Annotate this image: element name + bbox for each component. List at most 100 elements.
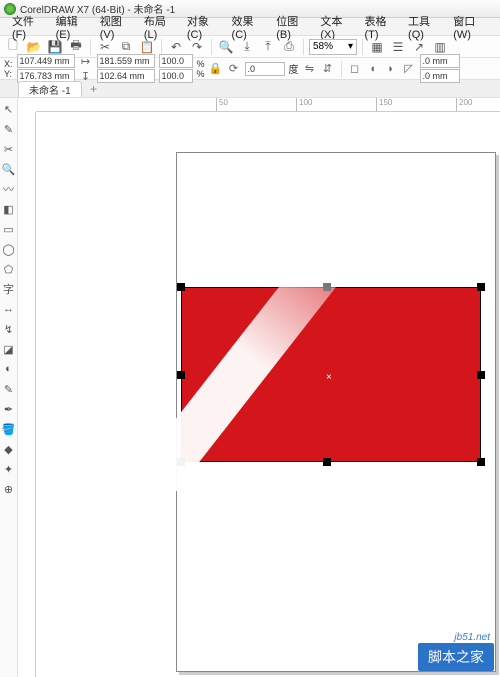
smart-draw-icon[interactable]: ✦ <box>2 462 16 476</box>
snap-icon[interactable]: ▦ <box>368 38 386 56</box>
smart-fill-icon[interactable]: ◧ <box>2 202 16 216</box>
separator <box>161 39 162 55</box>
scale-x-input[interactable]: 100.0 <box>159 54 193 68</box>
launch-icon[interactable]: ↗ <box>410 38 428 56</box>
round-corner-icon[interactable]: ◖ <box>366 62 380 76</box>
parallel-dim-icon[interactable]: ↔ <box>2 302 16 316</box>
ruler-tick: 200 <box>456 98 472 112</box>
selection-handle[interactable] <box>477 371 485 379</box>
pick-tool-icon[interactable]: ↖ <box>2 102 16 116</box>
interactive-fill-icon[interactable]: ◆ <box>2 442 16 456</box>
separator <box>90 39 91 55</box>
corner-radius-2-input[interactable]: .0 mm <box>420 69 460 83</box>
ellipse-tool-icon[interactable]: ◯ <box>2 242 16 256</box>
position-labels: X: Y: <box>4 59 13 79</box>
property-bar: X: Y: 107.449 mm 176.783 mm ↦ ↧ 181.559 … <box>0 58 500 80</box>
rectangle-tool-icon[interactable]: ▭ <box>2 222 16 236</box>
paste-icon[interactable]: 📋 <box>138 38 156 56</box>
menu-window[interactable]: 窗口(W) <box>447 13 494 41</box>
height-input[interactable]: 102.64 mm <box>97 69 155 83</box>
menu-table[interactable]: 表格(T) <box>358 13 402 41</box>
undo-icon[interactable]: ↶ <box>167 38 185 56</box>
zoom-tool-icon[interactable]: 🔍 <box>2 162 16 176</box>
mirror-h-icon[interactable]: ⇋ <box>303 62 317 76</box>
dropdown-icon: ▾ <box>348 41 353 52</box>
x-position-input[interactable]: 107.449 mm <box>17 54 75 68</box>
document-tab[interactable]: 未命名 -1 <box>18 81 82 97</box>
selection-handle[interactable] <box>477 283 485 291</box>
canvas[interactable]: × <box>36 112 500 677</box>
shape-tool-icon[interactable]: ✎ <box>2 122 16 136</box>
chamfer-corner-icon[interactable]: ◸ <box>402 62 416 76</box>
publish-icon[interactable]: ⎙ <box>280 38 298 56</box>
degree-label: 度 <box>289 61 299 76</box>
freehand-tool-icon[interactable]: 〰 <box>2 182 16 196</box>
polygon-tool-icon[interactable]: ⬠ <box>2 262 16 276</box>
y-label: Y: <box>4 69 13 79</box>
search-icon[interactable]: 🔍 <box>217 38 235 56</box>
ruler-horizontal: 50 100 150 200 <box>36 98 500 112</box>
selection-handle[interactable] <box>477 458 485 466</box>
scale-y-input[interactable]: 100.0 <box>159 69 193 83</box>
dock-icon[interactable]: ▥ <box>431 38 449 56</box>
new-doc-icon[interactable]: 🗋 <box>4 38 22 56</box>
x-label: X: <box>4 59 13 69</box>
separator <box>303 39 304 55</box>
save-icon[interactable]: 💾 <box>46 38 64 56</box>
cut-icon[interactable]: ✂ <box>96 38 114 56</box>
connector-icon[interactable]: ↯ <box>2 322 16 336</box>
selection-handle[interactable] <box>177 371 185 379</box>
selection-handle[interactable] <box>177 283 185 291</box>
rotate-icon: ⟳ <box>227 62 241 76</box>
menu-bitmap[interactable]: 位图(B) <box>270 13 314 41</box>
zoom-value: 58% <box>313 41 333 52</box>
menu-bar: 文件(F) 编辑(E) 视图(V) 布局(L) 对象(C) 效果(C) 位图(B… <box>0 18 500 36</box>
expand-icon[interactable]: ⊕ <box>2 482 16 496</box>
separator <box>341 61 342 77</box>
fill-icon[interactable]: 🪣 <box>2 422 16 436</box>
import-icon[interactable]: ⤓ <box>238 38 256 56</box>
ruler-tick: 50 <box>216 98 228 112</box>
separator <box>362 39 363 55</box>
mirror-v-icon[interactable]: ⇵ <box>321 62 335 76</box>
add-tab-button[interactable]: + <box>86 82 102 96</box>
outline-icon[interactable]: ✒ <box>2 402 16 416</box>
workspace: ↖ ✎ ✂ 🔍 〰 ◧ ▭ ◯ ⬠ 字 ↔ ↯ ◪ ◐ ✎ ✒ 🪣 ◆ ✦ ⊕ … <box>0 98 500 677</box>
watermark-badge: 脚本之家 <box>418 643 494 671</box>
redo-icon[interactable]: ↷ <box>188 38 206 56</box>
selection-handle[interactable] <box>323 458 331 466</box>
menu-tools[interactable]: 工具(Q) <box>402 13 447 41</box>
menu-layout[interactable]: 布局(L) <box>138 13 181 41</box>
export-icon[interactable]: ⤒ <box>259 38 277 56</box>
open-icon[interactable]: 📂 <box>25 38 43 56</box>
toolbox: ↖ ✎ ✂ 🔍 〰 ◧ ▭ ◯ ⬠ 字 ↔ ↯ ◪ ◐ ✎ ✒ 🪣 ◆ ✦ ⊕ <box>0 98 18 677</box>
corner-radius-1-input[interactable]: .0 mm <box>420 54 460 68</box>
ruler-tick: 150 <box>376 98 392 112</box>
color-eyedropper-icon[interactable]: ✎ <box>2 382 16 396</box>
lock-ratio-icon[interactable]: 🔒 <box>209 62 223 76</box>
zoom-level-input[interactable]: 58% ▾ <box>309 39 357 55</box>
crop-tool-icon[interactable]: ✂ <box>2 142 16 156</box>
menu-text[interactable]: 文本(X) <box>314 13 358 41</box>
transparency-icon[interactable]: ◐ <box>2 362 16 376</box>
corner-icon[interactable]: ◻ <box>348 62 362 76</box>
ruler-vertical <box>18 112 36 677</box>
options-icon[interactable]: ☰ <box>389 38 407 56</box>
drop-shadow-icon[interactable]: ◪ <box>2 342 16 356</box>
print-icon[interactable]: 🖶 <box>67 38 85 56</box>
ruler-tick: 100 <box>296 98 312 112</box>
width-input[interactable]: 181.559 mm <box>97 54 155 68</box>
copy-icon[interactable]: ⧉ <box>117 38 135 56</box>
watermark-url: jb51.net <box>454 632 490 643</box>
width-icon: ↦ <box>79 54 93 68</box>
selection-center-icon: × <box>326 372 332 383</box>
percent-labels: % % <box>197 59 205 79</box>
menu-object[interactable]: 对象(C) <box>181 13 226 41</box>
selection-handle[interactable] <box>177 458 185 466</box>
scallop-corner-icon[interactable]: ◗ <box>384 62 398 76</box>
menu-view[interactable]: 视图(V) <box>94 13 138 41</box>
text-tool-icon[interactable]: 字 <box>2 282 16 296</box>
menu-effects[interactable]: 效果(C) <box>226 13 271 41</box>
rotation-input[interactable]: .0 <box>245 62 285 76</box>
selection-handle[interactable] <box>323 283 331 291</box>
